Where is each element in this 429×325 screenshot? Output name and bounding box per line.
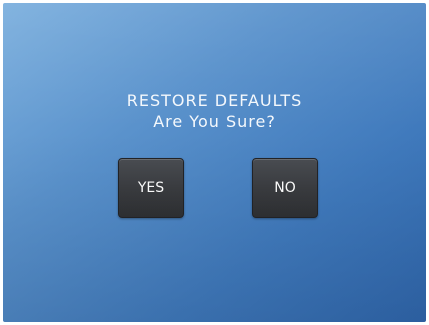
no-button[interactable]: NO	[252, 158, 318, 218]
dialog-title: RESTORE DEFAULTS	[126, 91, 303, 110]
dialog-subtitle: Are You Sure?	[153, 112, 276, 131]
confirm-dialog-screen: RESTORE DEFAULTS Are You Sure? YES NO	[3, 3, 426, 322]
yes-button[interactable]: YES	[118, 158, 184, 218]
